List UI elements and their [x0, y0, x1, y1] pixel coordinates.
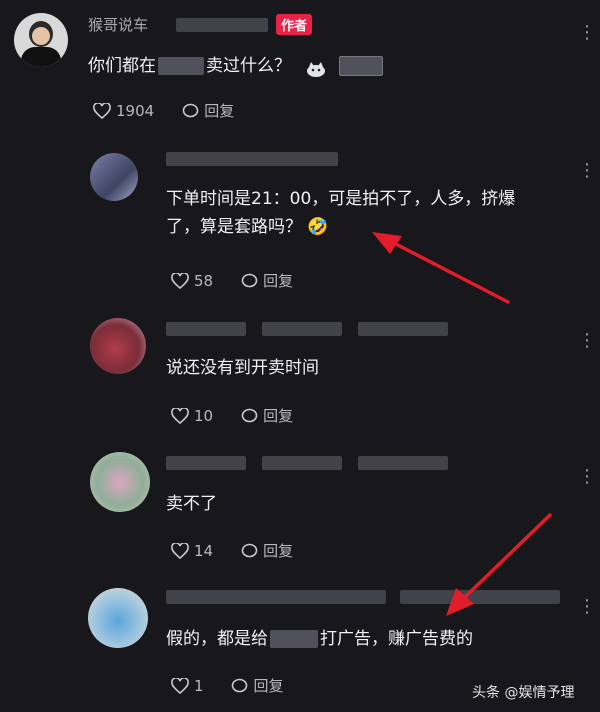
reply-bubble-icon[interactable] [180, 101, 200, 121]
reply-name-blur [262, 456, 342, 470]
cat-sticker-icon [305, 58, 327, 77]
reply-name-blur [400, 590, 560, 604]
reply-avatar[interactable] [90, 452, 150, 512]
redacted-text [270, 630, 318, 648]
reply-button[interactable]: 回复 [263, 540, 293, 561]
pinned-tag [339, 56, 383, 76]
reply-name-blur [358, 322, 448, 336]
watermark-brand: 头条 [472, 685, 500, 701]
laughing-emoji-icon: 🤣 [307, 217, 329, 237]
author-reply-button[interactable]: 回复 [204, 100, 234, 121]
more-options-icon[interactable]: ⋮ [578, 596, 598, 617]
reply-like-count: 1 [194, 676, 204, 695]
reply-text-before: 假的，都是给 [166, 629, 268, 649]
author-name-blur [176, 18, 268, 32]
like-heart-icon[interactable] [170, 406, 190, 426]
watermark-handle: @娱情予理 [504, 685, 575, 701]
reply-button[interactable]: 回复 [263, 405, 293, 426]
reply-name-blur [166, 322, 246, 336]
redacted-text [158, 57, 204, 75]
more-options-icon[interactable]: ⋮ [578, 22, 598, 43]
like-heart-icon[interactable] [92, 101, 112, 121]
reply-actions: 10 回复 [170, 405, 293, 426]
reply-name-blur [262, 322, 342, 336]
reply-actions: 1 回复 [170, 675, 284, 696]
reply-like-count: 14 [194, 541, 214, 560]
reply-text: 说还没有到开卖时间 [166, 358, 319, 378]
reply-text-after: 打广告，赚广告费的 [320, 629, 473, 649]
annotation-arrow-1 [372, 232, 510, 304]
reply-avatar[interactable] [90, 318, 146, 374]
reply-name-blur [358, 456, 448, 470]
reply-name-blur [166, 590, 386, 604]
reply-name-blur [166, 456, 246, 470]
watermark: 头条 @娱情予理 [472, 682, 574, 702]
author-actions: 1904 回复 [92, 100, 234, 121]
reply-button[interactable]: 回复 [254, 675, 284, 696]
reply-like-count: 10 [194, 406, 214, 425]
more-options-icon[interactable]: ⋮ [578, 466, 598, 487]
author-like-count: 1904 [116, 101, 155, 120]
reply-text: 下单时间是21：00，可是拍不了，人多，挤爆 了，算是套路吗？ 🤣 [166, 185, 586, 241]
reply-bubble-icon[interactable] [230, 676, 250, 696]
reply-bubble-icon[interactable] [239, 406, 259, 426]
like-heart-icon[interactable] [170, 541, 190, 561]
like-heart-icon[interactable] [170, 271, 190, 291]
reply-actions: 58 回复 [170, 270, 293, 291]
more-options-icon[interactable]: ⋮ [578, 160, 598, 181]
reply-text: 假的，都是给 打广告，赚广告费的 [166, 625, 473, 653]
author-comment-text: 你们都在 卖过什么？ [88, 52, 383, 80]
author-text-before: 你们都在 [88, 56, 156, 76]
reply-avatar[interactable] [90, 153, 138, 201]
reply-bubble-icon[interactable] [239, 271, 259, 291]
reply-button[interactable]: 回复 [263, 270, 293, 291]
reply-text-line2: 了，算是套路吗？ 🤣 [166, 213, 586, 241]
reply-text-line2-text: 了，算是套路吗？ [166, 217, 302, 237]
author-badge: 作者 [276, 14, 313, 35]
author-avatar[interactable] [14, 13, 68, 67]
author-text-after: 卖过什么？ [206, 56, 291, 76]
like-heart-icon[interactable] [170, 676, 190, 696]
reply-actions: 14 回复 [170, 540, 293, 561]
reply-text: 卖不了 [166, 494, 217, 514]
reply-avatar[interactable] [88, 588, 148, 648]
reply-text-line1: 下单时间是21：00，可是拍不了，人多，挤爆 [166, 189, 516, 209]
more-options-icon[interactable]: ⋮ [578, 330, 598, 351]
reply-like-count: 58 [194, 271, 214, 290]
author-name[interactable]: 猴哥说车 [88, 14, 148, 35]
reply-bubble-icon[interactable] [239, 541, 259, 561]
reply-name-blur [166, 152, 338, 166]
